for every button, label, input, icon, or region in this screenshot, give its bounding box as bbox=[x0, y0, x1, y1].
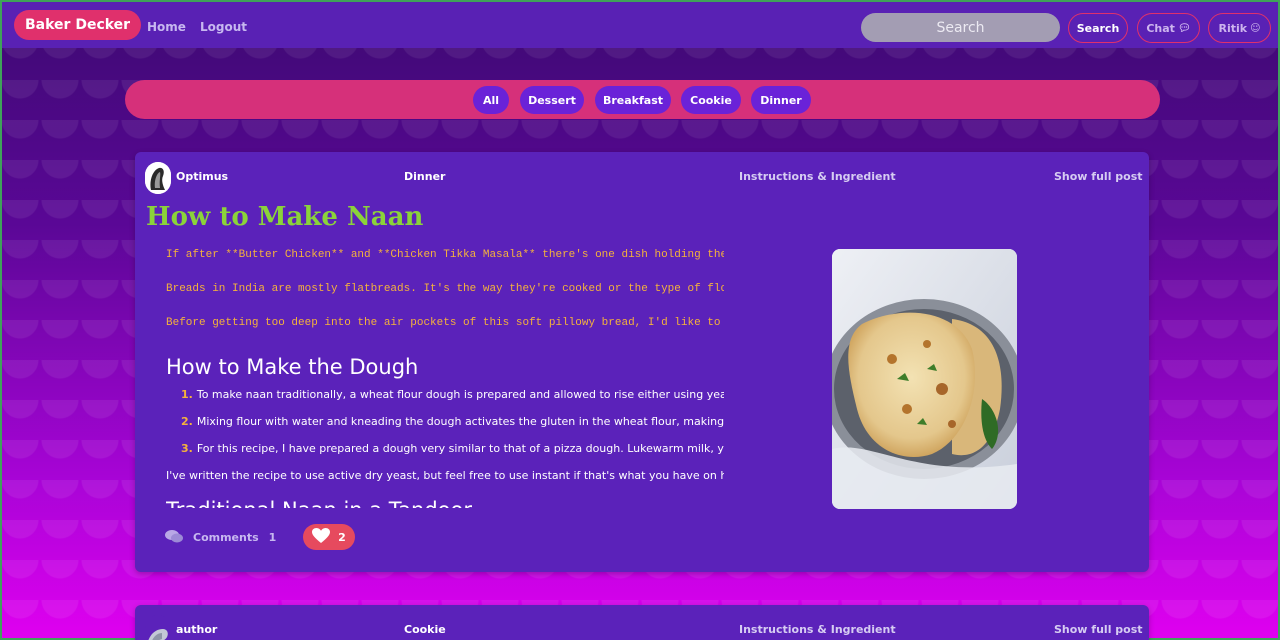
search-button-label: Search bbox=[1076, 21, 1120, 35]
step-text: For this recipe, I have prepared a dough… bbox=[196, 442, 724, 455]
nav-home-link[interactable]: Home bbox=[147, 20, 186, 34]
post-title: How to Make Naan bbox=[146, 202, 424, 232]
search-button[interactable]: Search bbox=[1068, 13, 1128, 43]
post-card: Optimus Dinner Instructions & Ingredient… bbox=[135, 152, 1149, 572]
category-filter-bar: All Dessert Breakfast Cookie Dinner bbox=[125, 80, 1160, 119]
step-text: To make naan traditionally, a wheat flou… bbox=[196, 388, 724, 401]
intro-paragraph: Before getting too deep into the air poc… bbox=[166, 317, 724, 329]
step-text: Mixing flour with water and kneading the… bbox=[196, 415, 724, 428]
comments-count: 1 bbox=[268, 531, 277, 544]
user-name-label: Ritik bbox=[1218, 21, 1248, 35]
note-paragraph: I've written the recipe to use active dr… bbox=[166, 469, 724, 482]
section-heading-2: Traditional Naan in a Tandoor bbox=[166, 493, 724, 508]
step-item: 1. To make naan traditionally, a wheat fl… bbox=[166, 386, 724, 413]
category-dessert-button[interactable]: Dessert bbox=[520, 86, 584, 114]
category-breakfast-button[interactable]: Breakfast bbox=[595, 86, 671, 114]
post-category: Dinner bbox=[404, 170, 446, 183]
post-body: If after **Butter Chicken** and **Chicke… bbox=[166, 248, 724, 508]
chat-button-label: Chat bbox=[1146, 21, 1175, 35]
comments-icon bbox=[165, 529, 183, 546]
show-full-post-link[interactable]: Show full post bbox=[1054, 170, 1143, 183]
user-menu-button[interactable]: Ritik ☺ bbox=[1208, 13, 1271, 43]
post-category: Cookie bbox=[404, 623, 446, 636]
post-card: author Cookie Instructions & Ingredient … bbox=[135, 605, 1149, 640]
step-item: 3. For this recipe, I have prepared a dou… bbox=[166, 440, 724, 467]
category-cookie-button[interactable]: Cookie bbox=[681, 86, 741, 114]
category-dinner-button[interactable]: Dinner bbox=[751, 86, 811, 114]
heart-icon bbox=[312, 527, 331, 547]
author-avatar[interactable] bbox=[145, 162, 171, 194]
author-avatar[interactable] bbox=[145, 615, 171, 640]
comments-link[interactable]: Comments 1 bbox=[165, 529, 276, 546]
like-button[interactable]: 2 bbox=[303, 524, 355, 550]
category-all-button[interactable]: All bbox=[473, 86, 509, 114]
intro-paragraph: Breads in India are mostly flatbreads. I… bbox=[166, 283, 724, 295]
chat-icon: 💬︎ bbox=[1177, 22, 1191, 34]
section-heading: How to Make the Dough bbox=[166, 355, 419, 379]
step-item: 2. Mixing flour with water and kneading t… bbox=[166, 413, 724, 440]
instructions-link[interactable]: Instructions & Ingredient bbox=[739, 170, 896, 183]
brand-logo[interactable]: Baker Decker bbox=[14, 10, 142, 40]
like-count: 2 bbox=[338, 530, 346, 544]
chat-button[interactable]: Chat 💬︎ bbox=[1137, 13, 1200, 43]
intro-paragraph: If after **Butter Chicken** and **Chicke… bbox=[166, 249, 724, 261]
author-name[interactable]: author bbox=[176, 623, 217, 636]
author-name[interactable]: Optimus bbox=[176, 170, 228, 183]
navbar: Baker Decker Home Logout Search Chat 💬︎ … bbox=[2, 2, 1278, 48]
recipe-image[interactable] bbox=[832, 249, 1017, 509]
show-full-post-link[interactable]: Show full post bbox=[1054, 623, 1143, 636]
user-icon: ☺ bbox=[1250, 22, 1261, 34]
comments-label: Comments bbox=[193, 531, 259, 544]
nav-logout-link[interactable]: Logout bbox=[200, 20, 247, 34]
search-input[interactable] bbox=[861, 13, 1060, 42]
instructions-link[interactable]: Instructions & Ingredient bbox=[739, 623, 896, 636]
